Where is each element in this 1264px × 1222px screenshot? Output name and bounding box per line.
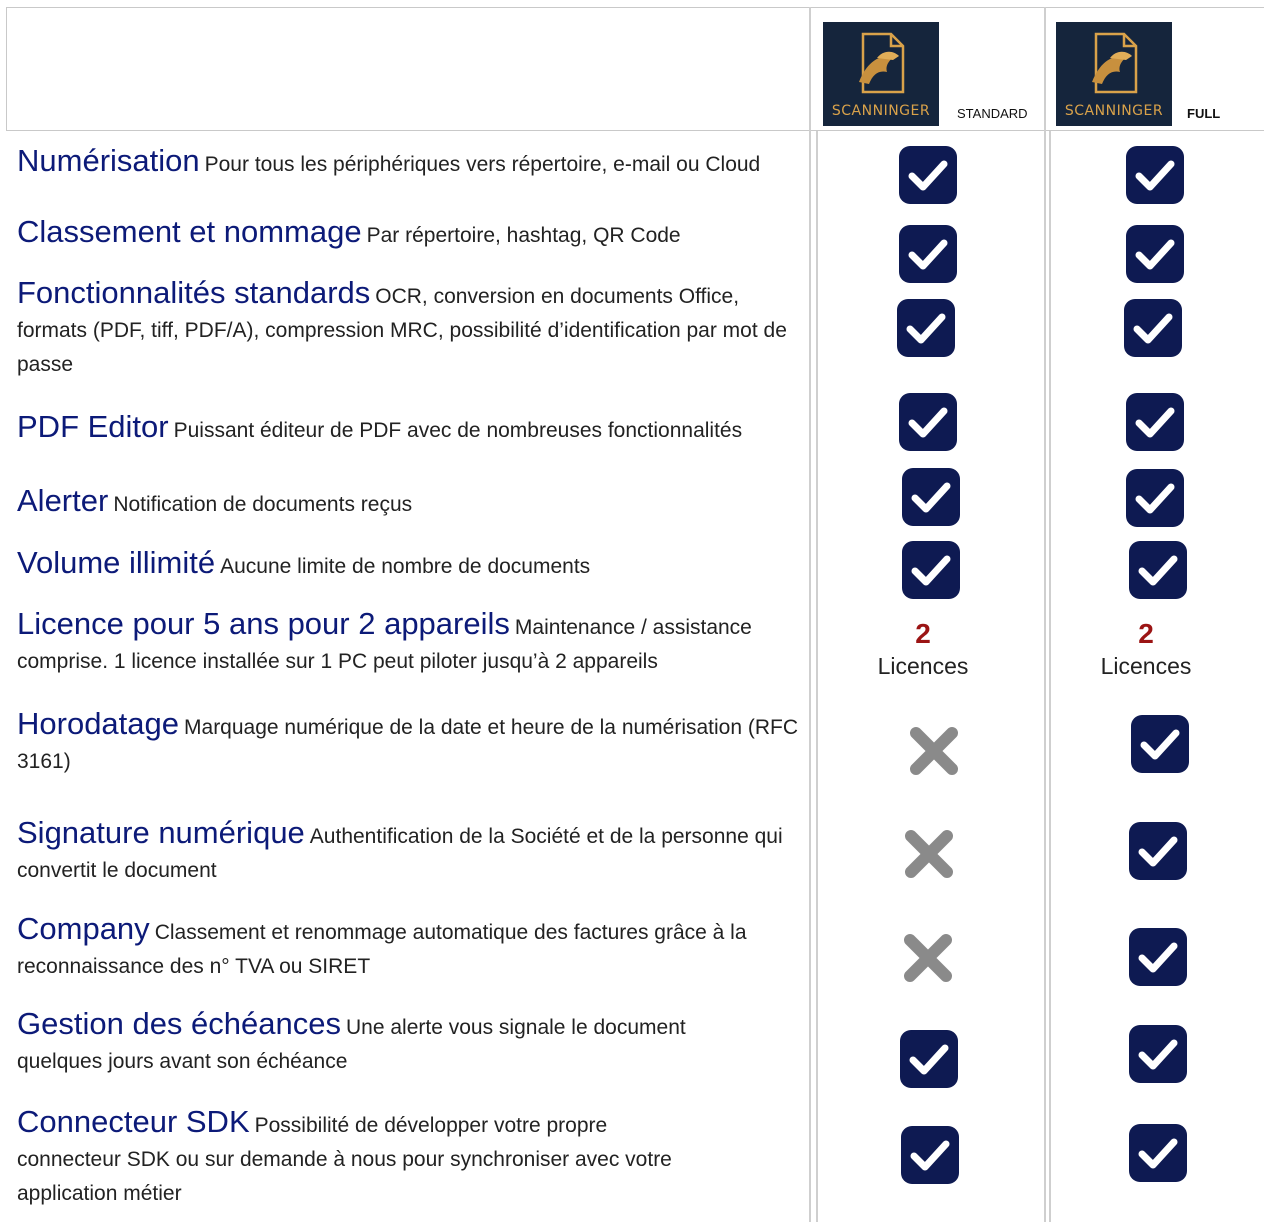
plan-label-standard: STANDARD [957, 106, 1028, 121]
feature-title: Horodatage [17, 706, 180, 741]
cross-icon [902, 932, 954, 984]
feature-row: Signature numérique Authentification de l… [17, 816, 802, 888]
check-icon [1124, 299, 1182, 357]
logo-text: SCANNINGER [831, 103, 931, 119]
feature-row: Volume illimité Aucune limite de nombre d… [17, 546, 802, 584]
licence-number: 2 [915, 618, 931, 649]
cross-icon [908, 725, 960, 777]
check-icon [1129, 541, 1187, 599]
feature-description: Notification de documents reçus [113, 493, 413, 516]
check-icon [899, 225, 957, 283]
feature-row: Company Classement et renommage automatiq… [17, 912, 757, 984]
cross-icon [903, 828, 955, 880]
check-icon [902, 541, 960, 599]
check-icon [900, 1030, 958, 1088]
feature-row: Gestion des échéances Une alerte vous sig… [17, 1007, 737, 1079]
feature-title: Company [17, 911, 150, 946]
feature-title: Signature numérique [17, 815, 305, 850]
feature-title: PDF Editor [17, 409, 169, 444]
feature-title: Alerter [17, 483, 109, 518]
check-icon [1126, 393, 1184, 451]
check-icon [1129, 822, 1187, 880]
scanninger-standard-logo: SCANNINGER [823, 22, 939, 126]
feature-row: PDF Editor Puissant éditeur de PDF avec d… [17, 410, 802, 448]
feature-description: Aucune limite de nombre de documents [220, 555, 591, 578]
feature-description: Par répertoire, hashtag, QR Code [366, 224, 681, 247]
eagle-document-icon [1092, 32, 1138, 94]
check-icon [899, 393, 957, 451]
feature-title: Numérisation [17, 143, 200, 178]
check-icon [1129, 1025, 1187, 1083]
licence-count-full: 2 Licences [1086, 619, 1206, 683]
check-icon [1131, 715, 1189, 773]
feature-title: Gestion des échéances [17, 1006, 341, 1041]
feature-title: Volume illimité [17, 545, 216, 580]
feature-row: Connecteur SDK Possibilité de développer … [17, 1105, 697, 1211]
feature-title: Licence pour 5 ans pour 2 appareils [17, 606, 510, 641]
column-divider [1049, 131, 1051, 1222]
check-icon [1126, 146, 1184, 204]
table-left-border [6, 7, 7, 131]
feature-row: Alerter Notification de documents reçus [17, 484, 802, 522]
feature-title: Fonctionnalités standards [17, 275, 371, 310]
check-icon [1126, 225, 1184, 283]
feature-row: Fonctionnalités standards OCR, conversion… [17, 276, 802, 382]
check-icon [902, 468, 960, 526]
feature-row: Licence pour 5 ans pour 2 appareils Maint… [17, 607, 802, 679]
column-divider [1044, 7, 1046, 1222]
check-icon [1126, 469, 1184, 527]
eagle-document-icon [859, 32, 905, 94]
feature-row: Numérisation Pour tous les périphériques … [17, 144, 802, 182]
licence-label: Licences [877, 653, 969, 679]
plan-label-full: FULL [1187, 106, 1221, 121]
logo-text: SCANNINGER [1064, 103, 1164, 119]
check-icon [1129, 928, 1187, 986]
check-icon [897, 299, 955, 357]
licence-number: 2 [1138, 618, 1154, 649]
licence-label: Licences [1100, 653, 1192, 679]
header-divider [6, 130, 1264, 131]
feature-title: Classement et nommage [17, 214, 362, 249]
licence-count-standard: 2 Licences [863, 619, 983, 683]
scanninger-full-logo: SCANNINGER [1056, 22, 1172, 126]
feature-row: Classement et nommage Par répertoire, has… [17, 215, 802, 253]
feature-title: Connecteur SDK [17, 1104, 250, 1139]
table-top-border [6, 7, 1264, 8]
check-icon [1129, 1124, 1187, 1182]
check-icon [899, 146, 957, 204]
feature-row: Horodatage Marquage numérique de la date … [17, 707, 802, 779]
feature-description: Puissant éditeur de PDF avec de nombreus… [173, 419, 743, 442]
check-icon [901, 1126, 959, 1184]
feature-description: Pour tous les périphériques vers réperto… [204, 153, 761, 176]
column-divider [816, 131, 818, 1222]
column-divider [809, 7, 811, 1222]
